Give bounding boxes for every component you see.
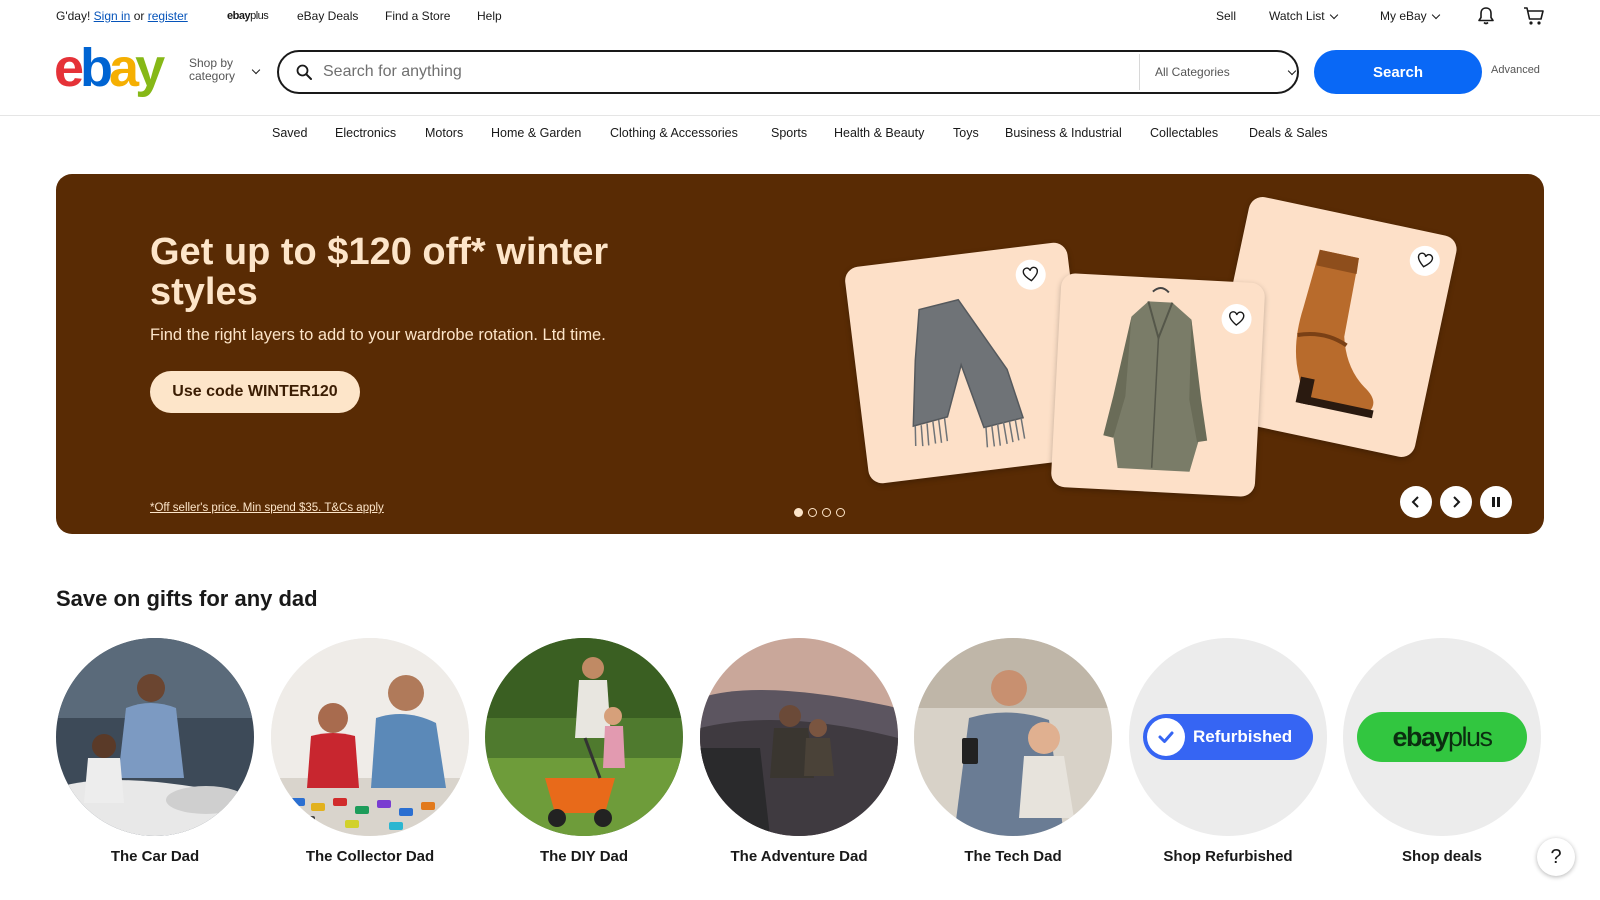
search-divider xyxy=(1139,54,1140,90)
section-title: Save on gifts for any dad xyxy=(56,586,318,611)
category-select[interactable]: All Categories xyxy=(1155,65,1297,79)
ebay-deals-link[interactable]: eBay Deals xyxy=(297,9,358,23)
chevron-down-icon xyxy=(1431,10,1440,20)
tile-adventure-dad[interactable]: The Adventure Dad xyxy=(700,638,900,865)
ebay-plus-pill: ebayplus xyxy=(1357,712,1527,762)
tile-label: The Tech Dad xyxy=(964,848,1062,865)
nav-item-sports[interactable]: Sports xyxy=(771,126,807,140)
chevron-down-icon xyxy=(1329,10,1338,20)
my-ebay-label: My eBay xyxy=(1380,9,1427,23)
or-label: or xyxy=(133,9,145,23)
ebay-plus-badge-image: ebayplus xyxy=(1343,638,1541,836)
hero-banner[interactable]: Get up to $120 off* winter styles Find t… xyxy=(56,174,1544,534)
tile-label: The DIY Dad xyxy=(539,848,629,865)
greeting-text: G'day! Sign in or register xyxy=(56,9,188,23)
carousel-prev-button[interactable] xyxy=(1400,486,1432,518)
ebay-logo[interactable]: ebay xyxy=(54,38,165,98)
nav-item-health-beauty[interactable]: Health & Beauty xyxy=(834,126,924,140)
tile-label: The Car Dad xyxy=(110,848,200,865)
help-button[interactable]: ? xyxy=(1537,838,1575,876)
terms-link[interactable]: *Off seller's price. Min spend $35. T&Cs… xyxy=(150,502,384,514)
watch-list-menu[interactable]: Watch List xyxy=(1269,9,1338,23)
adventure-dad-image xyxy=(700,638,898,836)
logo-letter-y: y xyxy=(135,38,165,98)
carousel-pause-button[interactable] xyxy=(1480,486,1512,518)
search-input[interactable] xyxy=(323,59,1113,85)
nav-item-saved[interactable]: Saved xyxy=(272,126,307,140)
product-card-coat[interactable] xyxy=(1050,272,1266,498)
shop-by-line2: category xyxy=(189,69,236,83)
tile-shop-refurbished[interactable]: Refurbished Shop Refurbished xyxy=(1129,638,1329,865)
carousel-dot[interactable] xyxy=(794,508,803,517)
carousel-next-button[interactable] xyxy=(1440,486,1472,518)
nav-item-deals[interactable]: Deals & Sales xyxy=(1249,126,1328,140)
tile-label: The Adventure Dad xyxy=(730,848,868,865)
chevron-down-icon xyxy=(251,65,261,75)
tile-diy-dad[interactable]: The DIY Dad xyxy=(485,638,685,865)
nav-item-motors[interactable]: Motors xyxy=(425,126,463,140)
ebay-plus-brand: ebay xyxy=(227,10,251,22)
nav-item-clothing[interactable]: Clothing & Accessories xyxy=(610,126,738,140)
tile-car-dad[interactable]: The Car Dad xyxy=(56,638,256,865)
top-utility-bar: G'day! Sign in or register ebayplus eBay… xyxy=(0,0,1600,32)
pause-icon xyxy=(1492,497,1500,507)
greeting-label: G'day! xyxy=(56,9,91,23)
cart-icon[interactable] xyxy=(1523,6,1545,29)
chevron-left-icon xyxy=(1411,496,1419,508)
refurbished-badge-image: Refurbished xyxy=(1129,638,1327,836)
tech-dad-image xyxy=(914,638,1112,836)
carousel-dot[interactable] xyxy=(808,508,817,517)
logo-letter-b: b xyxy=(80,38,113,98)
advanced-search-link[interactable]: Advanced xyxy=(1491,64,1540,76)
collector-dad-image xyxy=(271,638,469,836)
bell-icon[interactable] xyxy=(1476,6,1496,29)
refurbished-pill: Refurbished xyxy=(1143,714,1313,760)
search-icon xyxy=(296,64,312,80)
search-button[interactable]: Search xyxy=(1314,50,1482,94)
ebay-plus-pill-brand: ebay xyxy=(1392,722,1449,752)
shop-by-category-button[interactable]: Shop by category xyxy=(189,57,261,83)
help-link[interactable]: Help xyxy=(477,9,502,23)
logo-letter-a: a xyxy=(109,38,139,98)
sign-in-link[interactable]: Sign in xyxy=(94,9,131,23)
car-dad-image xyxy=(56,638,254,836)
sell-link[interactable]: Sell xyxy=(1216,9,1236,23)
tile-collector-dad[interactable]: The Collector Dad xyxy=(271,638,471,865)
nav-item-toys[interactable]: Toys xyxy=(953,126,979,140)
chevron-down-icon xyxy=(1287,66,1297,76)
my-ebay-menu[interactable]: My eBay xyxy=(1380,9,1440,23)
tile-tech-dad[interactable]: The Tech Dad xyxy=(914,638,1114,865)
ebay-plus-pill-suffix: plus xyxy=(1448,722,1493,752)
diy-dad-image xyxy=(485,638,683,836)
header-divider xyxy=(0,115,1600,116)
chevron-right-icon xyxy=(1453,496,1461,508)
refurbished-badge-text: Refurbished xyxy=(1193,727,1293,746)
carousel-dot[interactable] xyxy=(836,508,845,517)
ebay-plus-suffix: plus xyxy=(250,10,269,22)
hero-title: Get up to $120 off* winter styles xyxy=(150,231,609,313)
checkmark-icon xyxy=(1147,718,1185,756)
tile-label: Shop Refurbished xyxy=(1163,848,1293,865)
tile-label: Shop deals xyxy=(1401,848,1483,865)
category-select-value: All Categories xyxy=(1155,65,1230,79)
hero-subtitle: Find the right layers to add to your war… xyxy=(150,326,606,344)
nav-item-collectables[interactable]: Collectables xyxy=(1150,126,1218,140)
ebay-plus-link[interactable]: ebayplus xyxy=(227,10,269,22)
register-link[interactable]: register xyxy=(148,9,188,23)
logo-letter-e: e xyxy=(54,38,84,98)
find-store-link[interactable]: Find a Store xyxy=(385,9,450,23)
carousel-dot[interactable] xyxy=(822,508,831,517)
category-nav: Saved Electronics Motors Home & Garden C… xyxy=(0,126,1600,146)
watch-list-label: Watch List xyxy=(1269,9,1325,23)
nav-item-electronics[interactable]: Electronics xyxy=(335,126,396,140)
search-bar: All Categories xyxy=(277,50,1299,94)
tile-shop-deals[interactable]: ebayplus Shop deals xyxy=(1343,638,1543,865)
promo-code-button[interactable]: Use code WINTER120 xyxy=(150,371,360,413)
nav-item-home-garden[interactable]: Home & Garden xyxy=(491,126,581,140)
tile-label: The Collector Dad xyxy=(305,848,435,865)
nav-item-business[interactable]: Business & Industrial xyxy=(1005,126,1122,140)
